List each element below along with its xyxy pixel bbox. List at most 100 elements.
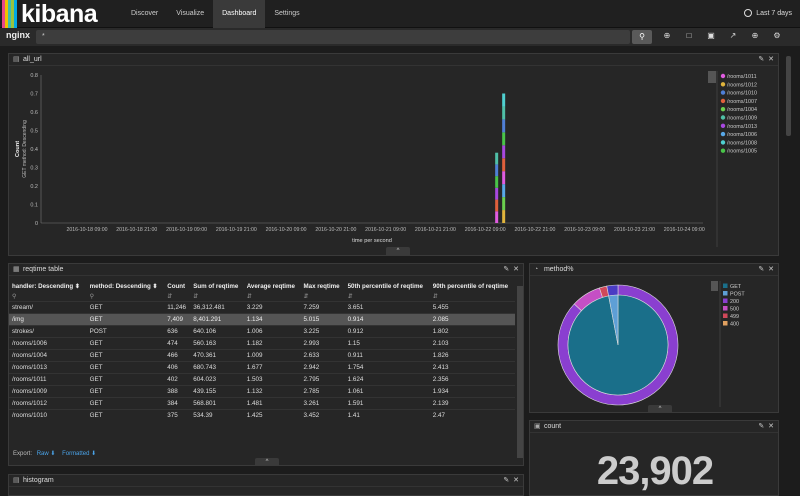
legend-swatch	[720, 107, 726, 112]
x-tick-label: 2016-10-20 21:00	[315, 227, 356, 233]
sort-icon[interactable]: ⇵	[433, 293, 512, 300]
table-cell: 640.106	[190, 325, 244, 338]
y-axis-subtitle: GET method: Descending	[22, 120, 28, 178]
table-cell: 466	[164, 349, 191, 362]
timepicker[interactable]: Last 7 days	[744, 0, 792, 28]
legend-label: /rooms/1007	[727, 99, 757, 105]
edit-icon[interactable]: ✎	[503, 477, 509, 484]
legend-label: 400	[730, 322, 739, 328]
new-dashboard-icon[interactable]: ⊕	[662, 31, 672, 40]
sort-icon[interactable]: ⇵	[167, 293, 187, 300]
bar-chart-icon: ▤	[13, 477, 20, 484]
collapse-toggle[interactable]: ^	[386, 247, 410, 255]
column-header[interactable]: handler: Descending ⬍ ⚲	[9, 277, 87, 302]
table-row[interactable]: /rooms/1011 GET 402 604.023 1.503 2.795 1.624 2…	[9, 373, 515, 386]
panel-title: all_url	[22, 56, 42, 63]
table-row[interactable]: stream/GET 11,246 36,312.481 3.229 7.259 3.65…	[9, 301, 515, 314]
table-scrollbar[interactable]	[517, 286, 523, 458]
table-row[interactable]: /rooms/1013 GET 406 680.743 1.677 2.942 1.754 2…	[9, 361, 515, 374]
table-row[interactable]: /img GET 7,409 8,401.291 1.134 5.015 0.914 2.08…	[9, 313, 515, 326]
legend-swatch	[720, 123, 726, 128]
table-cell: 1.754	[344, 361, 430, 374]
y-tick-label: 0.8	[30, 73, 38, 79]
column-header[interactable]: method: Descending ⬍ ⚲	[87, 277, 165, 302]
edit-icon[interactable]: ✎	[758, 423, 764, 430]
export-formatted-link[interactable]: Formatted ⬇	[62, 451, 96, 457]
table-row[interactable]: /rooms/1006 GET 474 560.163 1.182 2.993 1.15 2.…	[9, 337, 515, 350]
nav-discover[interactable]: Discover	[122, 0, 167, 28]
edit-icon[interactable]: ✎	[503, 266, 509, 273]
legend-swatch	[723, 306, 728, 311]
top-nav-bar: kibana Discover Visualize Dashboard Sett…	[0, 0, 800, 28]
options-gear-icon[interactable]: ⚙	[772, 31, 782, 40]
panel-header: ▣ count ✎ ✕	[530, 421, 778, 433]
clock-icon	[744, 9, 753, 18]
x-tick-label: 2016-10-19 09:00	[166, 227, 207, 233]
close-icon[interactable]: ✕	[768, 423, 774, 430]
search-input[interactable]: *	[36, 30, 630, 44]
sort-icon[interactable]: ⇵	[193, 293, 240, 300]
collapse-toggle[interactable]: ^	[648, 405, 672, 413]
panel-controls: ✎ ✕	[758, 421, 774, 433]
sort-icon[interactable]: ⇵	[247, 293, 298, 300]
export-raw-link[interactable]: Raw ⬇	[37, 451, 56, 457]
nav-dashboard[interactable]: Dashboard	[213, 0, 266, 28]
filter-icon[interactable]: ⚲	[12, 293, 84, 300]
panel-title: count	[543, 423, 562, 430]
open-dashboard-icon[interactable]: ▣	[706, 31, 716, 40]
table-cell: 636	[164, 325, 191, 338]
legend-swatch	[720, 115, 726, 120]
table-row[interactable]: /rooms/1010 GET 375 534.39 1.425 3.452 1.41 2.4…	[9, 409, 515, 422]
table-cell: GET	[86, 385, 165, 398]
panel-controls: ✎ ✕	[503, 475, 519, 487]
bar-segment	[495, 187, 499, 200]
column-header[interactable]: Sum of reqtime ⇵	[190, 277, 243, 302]
search-icon: ⚲	[639, 32, 645, 41]
table-cell: 7.259	[300, 301, 345, 314]
table-cell: /rooms/1009	[9, 385, 87, 398]
panel-header: ◔ method% ✎ ✕	[530, 264, 778, 276]
close-icon[interactable]: ✕	[768, 266, 774, 273]
column-header[interactable]: 90th percentile of reqtime ⇵	[430, 277, 515, 302]
sort-icon[interactable]: ⇵	[348, 293, 427, 300]
search-button[interactable]: ⚲	[632, 30, 652, 44]
share-dashboard-icon[interactable]: ↗	[728, 31, 738, 40]
close-icon[interactable]: ✕	[513, 477, 519, 484]
legend-toggle-icon	[711, 281, 718, 291]
legend-label: /rooms/1013	[727, 124, 757, 130]
table-cell: /rooms/1006	[9, 337, 87, 350]
table-cell: 2.993	[300, 337, 345, 350]
table-cell: GET	[86, 313, 165, 326]
legend-label: /rooms/1004	[727, 107, 757, 113]
save-dashboard-icon[interactable]: □	[684, 31, 694, 40]
column-header[interactable]: Average reqtime ⇵	[244, 277, 301, 302]
table-cell: 0.914	[344, 313, 430, 326]
kibana-logo[interactable]: kibana	[0, 0, 118, 28]
panel-reqtime-table: ▦ reqtime table ✎ ✕ handler: Descending …	[8, 263, 524, 466]
column-header[interactable]: Max reqtime ⇵	[301, 277, 345, 302]
table-row[interactable]: /rooms/1004 GET 466 470.361 1.009 2.633 0.911 1…	[9, 349, 515, 362]
filter-icon[interactable]: ⚲	[90, 293, 162, 300]
x-tick-label: 2016-10-18 21:00	[116, 227, 157, 233]
close-icon[interactable]: ✕	[768, 56, 774, 63]
bar-segment	[495, 164, 499, 177]
add-visualization-icon[interactable]: ⊕	[750, 31, 760, 40]
export-bar: Export: Raw ⬇ Formatted ⬇	[13, 450, 96, 457]
edit-icon[interactable]: ✎	[758, 56, 764, 63]
column-header[interactable]: 50th percentile of reqtime ⇵	[345, 277, 430, 302]
sort-icon[interactable]: ⇵	[304, 293, 342, 300]
page-scrollbar[interactable]	[786, 56, 791, 136]
column-header[interactable]: Count ⇵	[164, 277, 190, 302]
table-cell: 1.591	[344, 397, 430, 410]
table-cell: 402	[164, 373, 191, 386]
table-row[interactable]: /rooms/1012 GET 384 568.801 1.481 3.261 1.591 2…	[9, 397, 515, 410]
edit-icon[interactable]: ✎	[758, 266, 764, 273]
collapse-toggle[interactable]: ^	[255, 458, 279, 466]
close-icon[interactable]: ✕	[513, 266, 519, 273]
nav-settings[interactable]: Settings	[265, 0, 308, 28]
nav-visualize[interactable]: Visualize	[167, 0, 213, 28]
table-row[interactable]: /rooms/1009 GET 388 439.155 1.132 2.785 1.061 1…	[9, 385, 515, 398]
table-cell: 2.633	[300, 349, 345, 362]
table-row[interactable]: strokes/POST 636 640.106 1.006 3.225 0.912 1.8…	[9, 325, 515, 338]
export-label: Export:	[13, 451, 33, 457]
